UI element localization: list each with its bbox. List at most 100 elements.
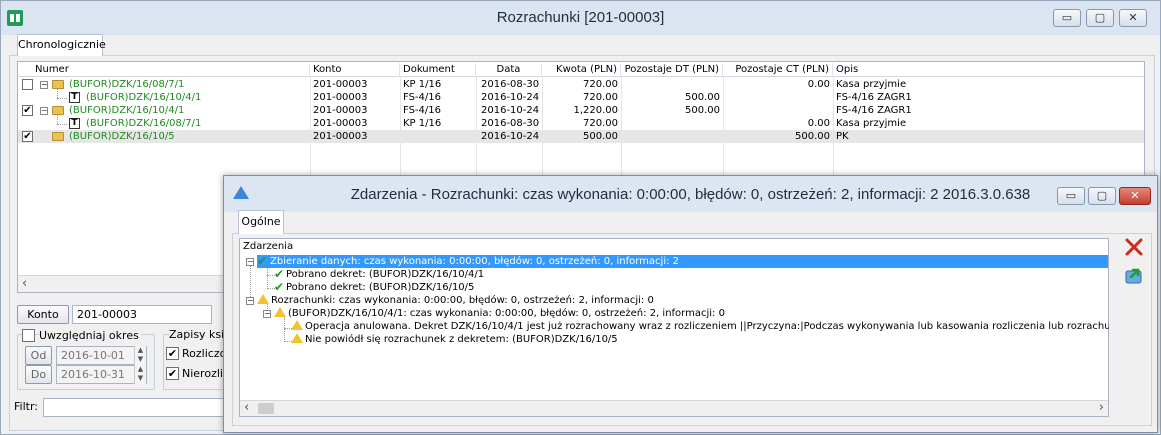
- tree-item[interactable]: Rozrachunki: czas wykonania: 0:00:00, bł…: [257, 294, 654, 307]
- do-spinner[interactable]: ▲ ▼: [134, 365, 146, 384]
- row-checkbox[interactable]: [22, 79, 33, 90]
- collapse-icon[interactable]: −: [246, 258, 254, 266]
- tree-item[interactable]: Nie powiódł się rozrachunek z dekretem: …: [291, 333, 618, 346]
- cell-opis: FS-4/16 ZAGR1: [836, 92, 912, 103]
- minimize-button[interactable]: ▭: [1053, 9, 1081, 27]
- tree-item-text: Operacja anulowana. Dekret DZK/16/10/4/1…: [305, 321, 1109, 332]
- folder-icon: [52, 80, 64, 89]
- do-button[interactable]: Do: [25, 365, 52, 384]
- title-bar: Rozrachunki [201-00003] ▭ ▢ ✕: [1, 1, 1160, 35]
- transaction-icon: T: [69, 92, 80, 103]
- od-spinner[interactable]: ▲ ▼: [134, 346, 146, 365]
- tree-item-text: Rozrachunki: czas wykonania: 0:00:00, bł…: [271, 295, 654, 306]
- row-checkbox[interactable]: ✔: [22, 131, 33, 142]
- tree-line: [57, 124, 67, 125]
- collapse-icon[interactable]: −: [40, 107, 48, 115]
- cell-data: 2016-08-30: [481, 79, 540, 90]
- cell-data: 2016-10-24: [481, 92, 540, 103]
- column-pozostaje-dt[interactable]: Pozostaje DT (PLN): [621, 63, 723, 77]
- tree-item[interactable]: (BUFOR)DZK/16/10/4/1: czas wykonania: 0:…: [274, 307, 725, 320]
- scroll-left-icon[interactable]: ‹: [22, 276, 27, 291]
- grid-header: Numer Konto Dokument Data Kwota (PLN) Po…: [18, 62, 1144, 77]
- events-tree[interactable]: Zdarzenia − ✔ Zbieranie danych: czas wyko…: [239, 238, 1109, 417]
- scroll-right-icon[interactable]: ›: [1099, 400, 1104, 415]
- dialog-close-button[interactable]: ✕: [1119, 187, 1151, 205]
- cell-opis: Kasa przyjmie: [836, 79, 907, 90]
- filtr-label: Filtr:: [14, 400, 38, 413]
- cell-dokument: KP 1/16: [403, 118, 442, 129]
- column-kwota[interactable]: Kwota (PLN): [542, 63, 621, 77]
- cell-konto: 201-00003: [313, 131, 368, 142]
- column-numer[interactable]: Numer: [32, 63, 310, 77]
- tree-item[interactable]: Operacja anulowana. Dekret DZK/16/10/4/1…: [291, 320, 1109, 333]
- uwzgledniaj-okres-label: Uwzględniaj okres: [39, 329, 142, 342]
- column-opis[interactable]: Opis: [833, 63, 1145, 77]
- tree-item-text: Nie powiódł się rozrachunek z dekretem: …: [305, 334, 618, 345]
- konto-button[interactable]: Konto: [17, 305, 69, 324]
- nierozliczone-checkbox[interactable]: ✔: [166, 367, 179, 380]
- table-row[interactable]: − (BUFOR)DZK/16/08/7/1 201-00003 KP 1/16…: [18, 78, 1144, 91]
- dialog-minimize-button[interactable]: ▭: [1057, 187, 1085, 205]
- cell-data: 2016-10-24: [481, 105, 540, 116]
- od-button[interactable]: Od: [25, 346, 52, 365]
- column-data[interactable]: Data: [476, 63, 542, 77]
- column-konto[interactable]: Konto: [310, 63, 400, 77]
- tree-item[interactable]: ✔ Pobrano dekret: (BUFOR)DZK/16/10/5: [274, 281, 474, 294]
- cell-pozostaje-ct: 0.00: [807, 79, 830, 90]
- row-checkbox[interactable]: ✔: [22, 105, 33, 116]
- table-row[interactable]: ✔ − (BUFOR)DZK/16/10/4/1 201-00003 FS-4/…: [18, 104, 1144, 117]
- cell-pozostaje-ct: 0.00: [807, 118, 830, 129]
- cell-opis: Kasa przyjmie: [836, 118, 907, 129]
- delete-icon[interactable]: [1123, 236, 1145, 258]
- rozliczone-checkbox[interactable]: ✔: [166, 347, 179, 360]
- tree-horizontal-scrollbar[interactable]: ‹ ›: [240, 400, 1108, 416]
- cell-pozostaje-dt: [624, 130, 720, 143]
- column-dokument[interactable]: Dokument: [400, 63, 476, 77]
- tree-item-text: Pobrano dekret: (BUFOR)DZK/16/10/5: [286, 282, 475, 293]
- konto-field[interactable]: 201-00003: [72, 305, 212, 324]
- tab-chronologicznie[interactable]: Chronologicznie: [17, 34, 106, 56]
- dialog-maximize-button[interactable]: ▢: [1088, 187, 1116, 205]
- tab-ogolne[interactable]: Ogólne: [238, 210, 284, 234]
- scroll-left-icon[interactable]: ‹: [244, 400, 249, 415]
- tree-item[interactable]: ✔ Pobrano dekret: (BUFOR)DZK/16/10/4/1: [274, 268, 484, 281]
- tree-item-text: Pobrano dekret: (BUFOR)DZK/16/10/4/1: [286, 269, 485, 280]
- collapse-icon[interactable]: −: [263, 310, 271, 318]
- warning-icon: [257, 294, 269, 304]
- uwzgledniaj-okres-checkbox[interactable]: [22, 329, 35, 342]
- transaction-icon: T: [69, 118, 80, 129]
- warning-icon: [274, 307, 286, 317]
- collapse-icon[interactable]: −: [246, 297, 254, 305]
- cell-dokument: [403, 130, 475, 143]
- cell-numer: (BUFOR)DZK/16/08/7/1: [86, 118, 202, 129]
- table-row[interactable]: ✔ (BUFOR)DZK/16/10/5 201-00003 2016-10-2…: [18, 130, 1144, 143]
- cell-konto: 201-00003: [313, 105, 368, 116]
- collapse-icon[interactable]: −: [40, 81, 48, 89]
- window-title: Rozrachunki [201-00003]: [496, 9, 665, 26]
- cell-data: 2016-10-24: [481, 131, 540, 142]
- close-button[interactable]: ✕: [1119, 9, 1147, 27]
- cell-kwota: 720.00: [583, 79, 618, 90]
- cell-pozostaje-ct: 500.00: [795, 131, 830, 142]
- cell-dokument: FS-4/16: [403, 92, 441, 103]
- tree-item[interactable]: ✔ Zbieranie danych: czas wykonania: 0:00:…: [257, 255, 681, 268]
- zapisy-group: [163, 334, 227, 390]
- cell-kwota: 1,220.00: [573, 105, 618, 116]
- scroll-thumb[interactable]: [258, 403, 274, 414]
- tree-item-text: (BUFOR)DZK/16/10/4/1: czas wykonania: 0:…: [288, 308, 725, 319]
- export-icon[interactable]: [1123, 264, 1145, 286]
- table-row[interactable]: T (BUFOR)DZK/16/10/4/1 201-00003 FS-4/16…: [18, 88, 1144, 104]
- cell-pozostaje-dt: [624, 78, 720, 91]
- column-pozostaje-ct[interactable]: Pozostaje CT (PLN): [723, 63, 833, 77]
- table-row[interactable]: T (BUFOR)DZK/16/08/7/1 201-00003 KP 1/16…: [18, 114, 1144, 130]
- cell-kwota: 500.00: [583, 131, 618, 142]
- filtr-input[interactable]: [43, 398, 228, 417]
- maximize-button[interactable]: ▢: [1086, 9, 1114, 27]
- cell-dokument: FS-4/16: [403, 105, 441, 116]
- cell-data: 2016-08-30: [481, 118, 540, 129]
- folder-icon: [52, 132, 64, 141]
- cell-pozostaje-ct: [726, 104, 830, 117]
- warning-icon: [291, 320, 303, 330]
- cell-konto: 201-00003: [313, 79, 368, 90]
- tree-line: [57, 88, 58, 98]
